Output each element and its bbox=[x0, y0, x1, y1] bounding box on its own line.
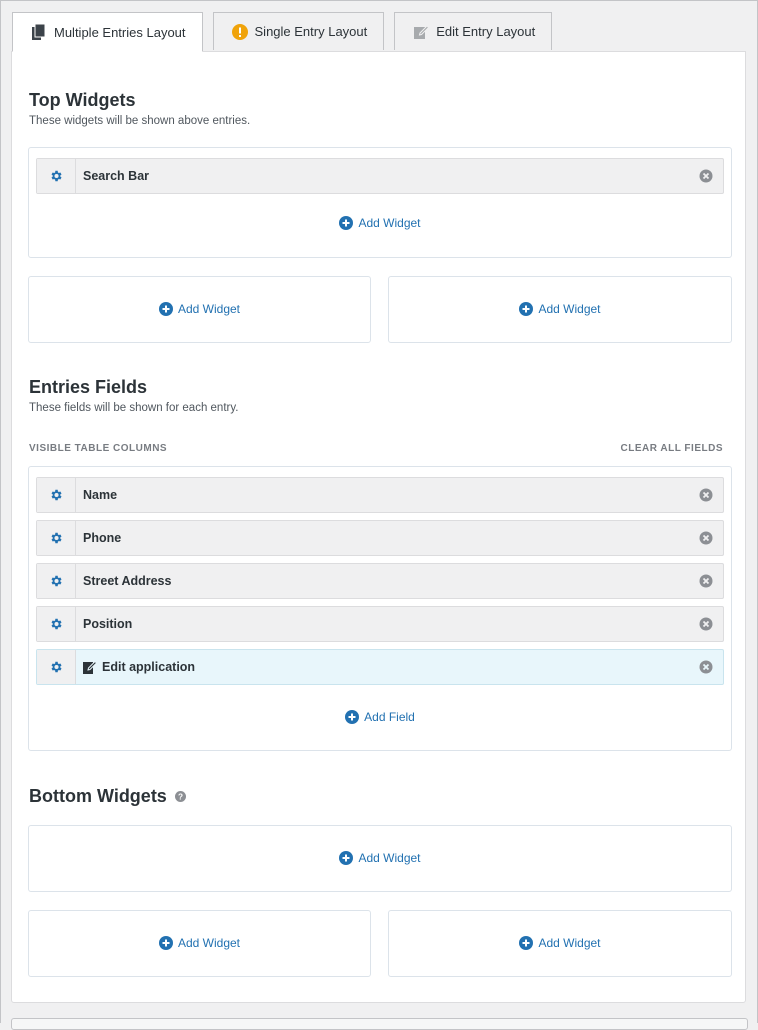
gear-icon[interactable] bbox=[37, 521, 76, 555]
field-row[interactable]: Name bbox=[36, 477, 724, 513]
entries-fields-zone: Name Phone Street Address Position Edit … bbox=[28, 466, 732, 751]
add-widget-button[interactable]: Add Widget bbox=[389, 936, 731, 950]
plus-circle-icon bbox=[519, 302, 534, 316]
layout-panel: Top Widgets These widgets will be shown … bbox=[11, 51, 746, 1003]
remove-icon[interactable] bbox=[698, 616, 714, 632]
top-widgets-description: These widgets will be shown above entrie… bbox=[29, 115, 251, 127]
gear-icon[interactable] bbox=[37, 564, 76, 598]
bottom-widgets-full-zone: Add Widget bbox=[28, 825, 732, 892]
field-row[interactable]: Street Address bbox=[36, 563, 724, 599]
tab-multiple-entries[interactable]: Multiple Entries Layout bbox=[12, 12, 203, 52]
remove-icon[interactable] bbox=[698, 487, 714, 503]
tab-edit-entry[interactable]: Edit Entry Layout bbox=[394, 12, 553, 50]
plus-circle-icon bbox=[519, 936, 534, 950]
add-widget-button[interactable]: Add Widget bbox=[29, 851, 731, 865]
layout-tabs: Multiple Entries Layout Single Entry Lay… bbox=[12, 12, 553, 52]
widget-label: Search Bar bbox=[83, 169, 150, 183]
field-row[interactable]: Phone bbox=[36, 520, 724, 556]
edit-icon bbox=[83, 660, 97, 674]
clear-all-fields-button[interactable]: CLEAR ALL FIELDS bbox=[621, 443, 723, 454]
add-widget-button[interactable]: Add Widget bbox=[29, 936, 370, 950]
plus-circle-icon bbox=[158, 302, 173, 316]
copy-icon bbox=[31, 24, 47, 40]
bottom-widgets-header: Bottom Widgets ? bbox=[29, 786, 186, 807]
gear-icon[interactable] bbox=[37, 159, 76, 193]
bottom-widgets-left-zone: Add Widget bbox=[28, 910, 371, 977]
tab-label: Multiple Entries Layout bbox=[54, 24, 186, 40]
add-field-button[interactable]: Add Field bbox=[29, 710, 731, 724]
plus-circle-icon bbox=[339, 851, 354, 865]
remove-icon[interactable] bbox=[698, 168, 714, 184]
tab-label: Single Entry Layout bbox=[254, 24, 368, 39]
remove-icon[interactable] bbox=[698, 659, 714, 675]
next-panel-edge bbox=[11, 1018, 748, 1030]
edit-icon bbox=[413, 24, 430, 40]
tab-single-entry[interactable]: Single Entry Layout bbox=[212, 12, 385, 50]
gear-icon[interactable] bbox=[37, 478, 76, 512]
plus-circle-icon bbox=[339, 216, 354, 230]
field-label: Phone bbox=[83, 531, 122, 545]
gear-icon[interactable] bbox=[37, 650, 76, 684]
remove-icon[interactable] bbox=[698, 573, 714, 589]
top-widgets-left-zone: Add Widget bbox=[28, 276, 371, 343]
top-widgets-full-zone: Search Bar Add Widget bbox=[28, 147, 732, 258]
plus-circle-icon bbox=[158, 936, 173, 950]
tab-label: Edit Entry Layout bbox=[436, 24, 536, 39]
add-widget-button[interactable]: Add Widget bbox=[29, 302, 370, 316]
svg-text:?: ? bbox=[178, 792, 183, 801]
field-row[interactable]: Position bbox=[36, 606, 724, 642]
bottom-widgets-title: Bottom Widgets bbox=[29, 786, 167, 806]
field-label: Position bbox=[83, 617, 133, 631]
top-widgets-right-zone: Add Widget bbox=[388, 276, 732, 343]
entries-fields-description: These fields will be shown for each entr… bbox=[29, 402, 239, 414]
plus-circle-icon bbox=[345, 710, 360, 724]
add-widget-button[interactable]: Add Widget bbox=[29, 216, 731, 230]
field-label: Street Address bbox=[83, 574, 172, 588]
help-icon[interactable]: ? bbox=[174, 791, 186, 802]
field-label: Name bbox=[83, 488, 118, 502]
warning-icon bbox=[231, 23, 248, 40]
bottom-widgets-right-zone: Add Widget bbox=[388, 910, 732, 977]
visible-columns-label: VISIBLE TABLE COLUMNS bbox=[29, 443, 168, 454]
field-label: Edit application bbox=[76, 660, 698, 674]
top-widgets-title: Top Widgets bbox=[29, 90, 136, 110]
widget-row-search-bar[interactable]: Search Bar bbox=[36, 158, 724, 194]
add-widget-button[interactable]: Add Widget bbox=[389, 302, 731, 316]
field-row-highlighted[interactable]: Edit application bbox=[36, 649, 724, 685]
entries-fields-title: Entries Fields bbox=[29, 377, 148, 397]
gear-icon[interactable] bbox=[37, 607, 76, 641]
remove-icon[interactable] bbox=[698, 530, 714, 546]
